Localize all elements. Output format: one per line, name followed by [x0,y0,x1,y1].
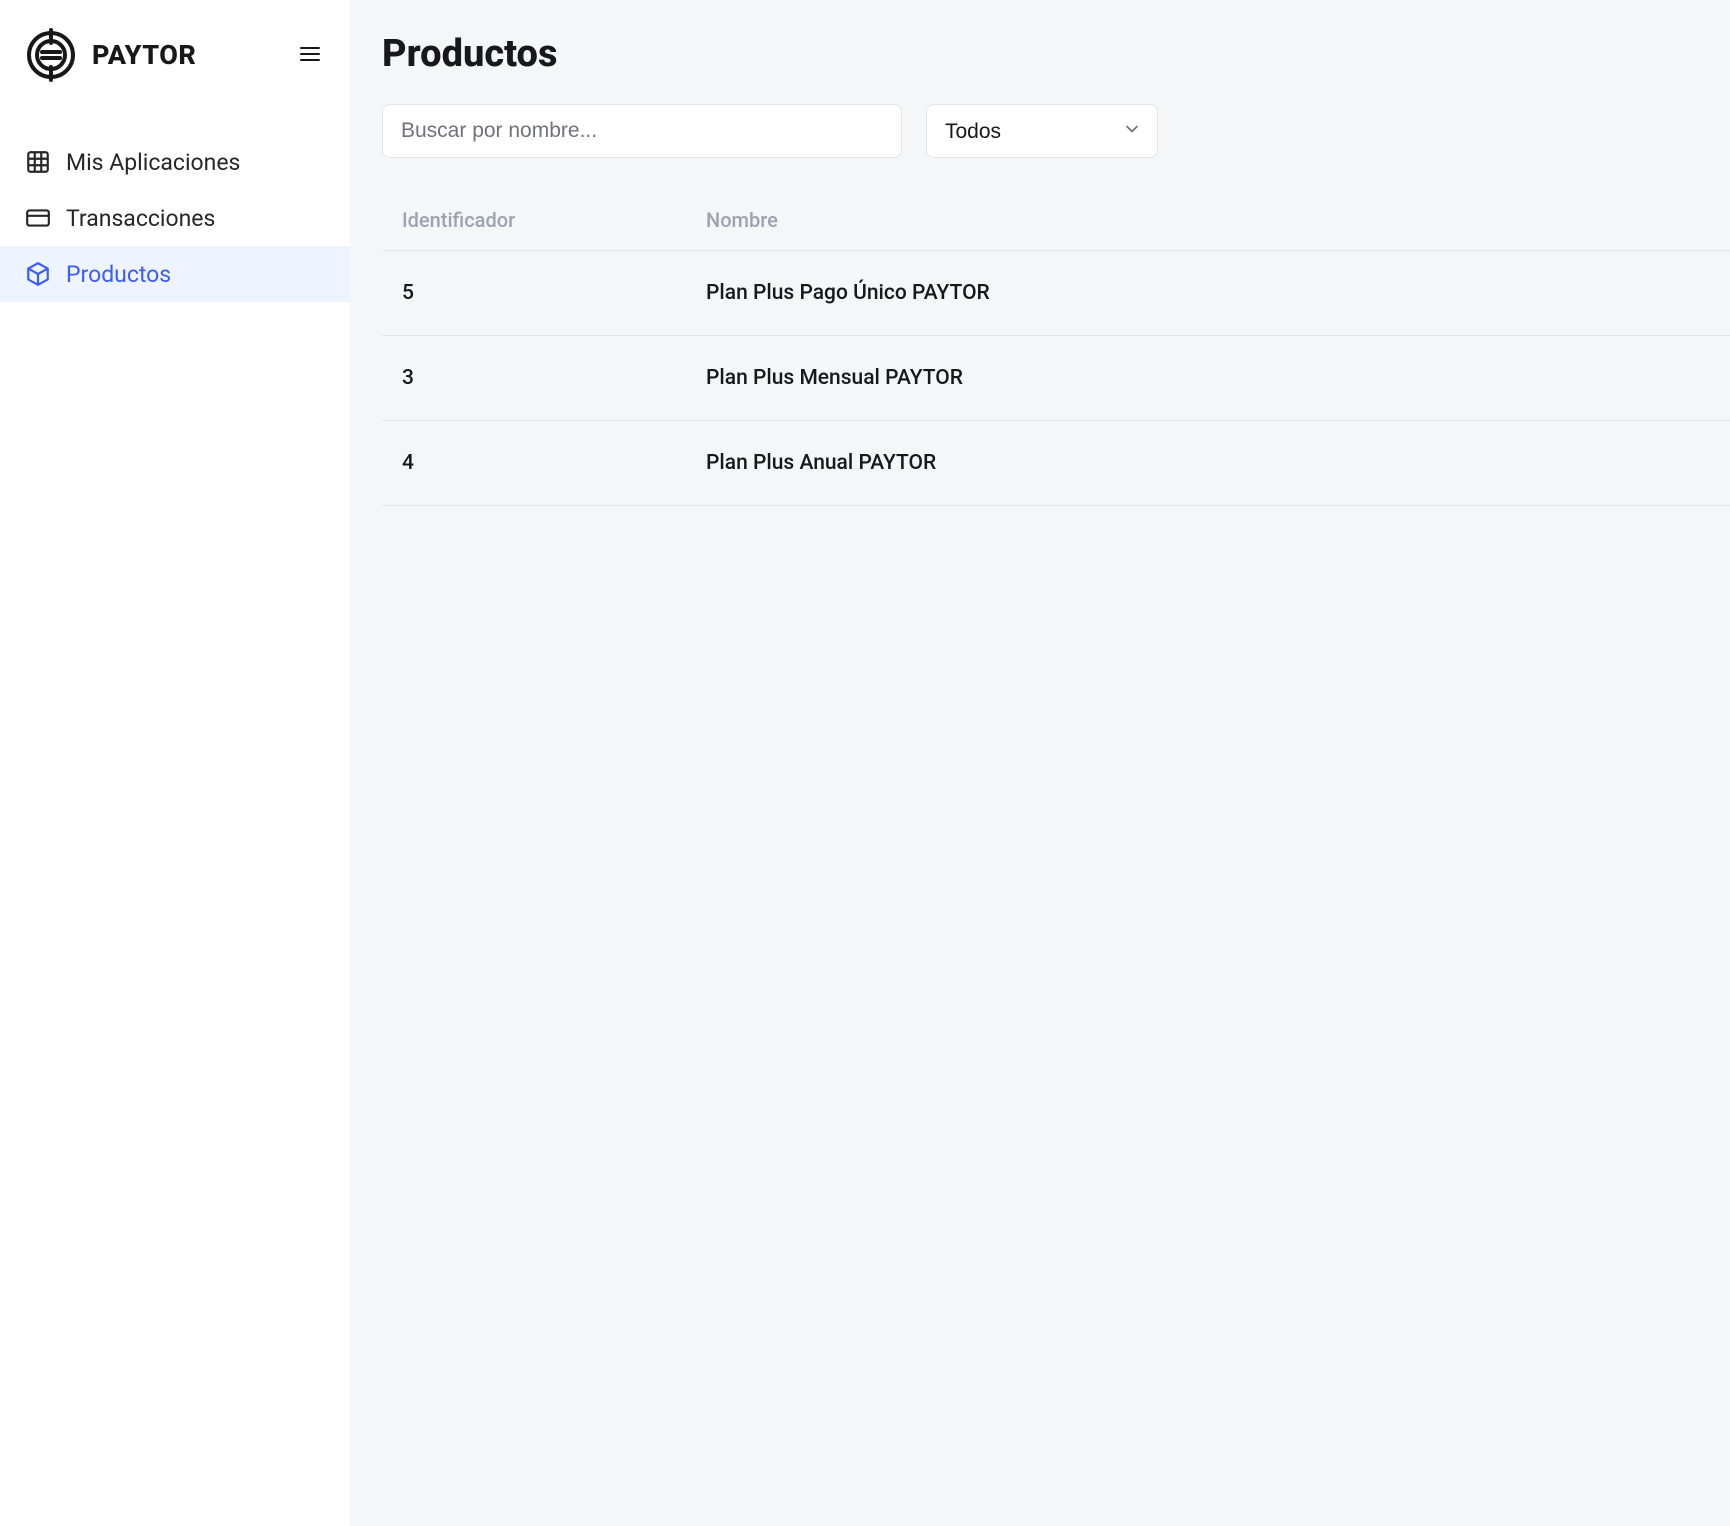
cell-name: Plan Plus Mensual PAYTOR [706,366,1710,390]
sidebar-item-aplicaciones[interactable]: Mis Aplicaciones [0,134,350,190]
box-icon [24,260,52,288]
table-row[interactable]: 4 Plan Plus Anual PAYTOR [382,421,1730,506]
cell-name: Plan Plus Anual PAYTOR [706,451,1710,475]
sidebar: PAYTOR Mis Aplic [0,0,350,1526]
products-table: Identificador Nombre 5 Plan Plus Pago Ún… [382,190,1730,506]
filter-select[interactable]: Todos [926,104,1158,158]
sidebar-item-transacciones[interactable]: Transacciones [0,190,350,246]
card-icon [24,204,52,232]
table-header: Identificador Nombre [382,190,1730,251]
table-row[interactable]: 3 Plan Plus Mensual PAYTOR [382,336,1730,421]
sidebar-item-productos[interactable]: Productos [0,246,350,302]
page-title: Productos [382,32,1730,76]
cell-name: Plan Plus Pago Único PAYTOR [706,281,1710,305]
brand[interactable]: PAYTOR [24,28,196,82]
cell-id: 3 [402,366,706,390]
brand-logo-icon [24,28,78,82]
sidebar-item-label: Productos [66,261,171,288]
menu-toggle-button[interactable] [294,38,326,73]
main-content: Productos Todos Identificador Nombre 5 P… [350,0,1730,1526]
menu-icon [298,42,322,69]
cell-id: 5 [402,281,706,305]
sidebar-item-label: Mis Aplicaciones [66,149,240,176]
col-header-name: Nombre [706,208,1710,232]
filter-select-wrapper: Todos [926,104,1158,158]
filter-bar: Todos [382,104,1730,158]
search-input[interactable] [382,104,902,158]
grid-icon [24,148,52,176]
sidebar-nav: Mis Aplicaciones Transacciones Productos [0,134,350,302]
col-header-id: Identificador [402,208,706,232]
sidebar-header: PAYTOR [0,0,350,110]
table-row[interactable]: 5 Plan Plus Pago Único PAYTOR [382,251,1730,336]
cell-id: 4 [402,451,706,475]
brand-name: PAYTOR [92,39,196,71]
sidebar-item-label: Transacciones [66,205,215,232]
